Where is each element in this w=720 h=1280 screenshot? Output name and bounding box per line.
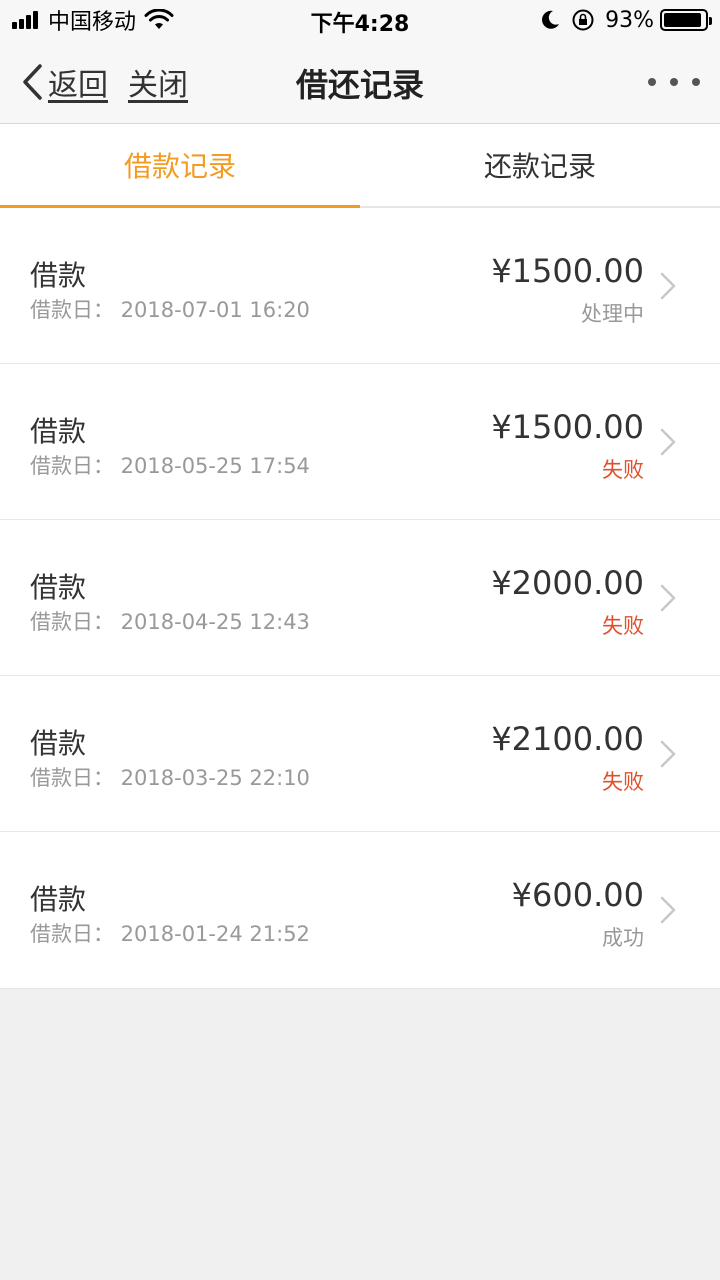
record-status: 失败 xyxy=(602,770,644,794)
record-tabs: 借款记录 还款记录 xyxy=(0,124,720,208)
wifi-icon xyxy=(144,9,174,29)
status-right: 93% xyxy=(539,0,712,40)
chevron-right-icon xyxy=(660,272,676,300)
signal-strength-icon xyxy=(12,11,40,29)
battery-percent: 93% xyxy=(605,7,654,33)
record-title: 借款 xyxy=(30,571,87,604)
record-amount: ¥2000.00 xyxy=(491,564,644,602)
record-amount: ¥1500.00 xyxy=(491,252,644,290)
record-date: 借款日： 2018-01-24 21:52 xyxy=(30,922,310,946)
record-row[interactable]: 借款 借款日： 2018-03-25 22:10 ¥2100.00 失败 xyxy=(0,676,720,832)
tab-borrow-records[interactable]: 借款记录 xyxy=(0,124,360,208)
record-date: 借款日： 2018-04-25 12:43 xyxy=(30,610,310,634)
rotation-lock-icon xyxy=(572,9,594,31)
chevron-right-icon xyxy=(660,584,676,612)
record-title: 借款 xyxy=(30,415,87,448)
status-left: 中国移动 xyxy=(12,0,174,40)
back-label: 返回 xyxy=(48,68,108,103)
record-date: 借款日： 2018-07-01 16:20 xyxy=(30,298,310,322)
chevron-left-icon xyxy=(23,64,42,100)
record-date: 借款日： 2018-05-25 17:54 xyxy=(30,454,310,478)
close-button[interactable]: 关闭 xyxy=(128,60,188,104)
battery-level-fill xyxy=(664,13,702,27)
record-status: 成功 xyxy=(602,926,644,950)
record-date: 借款日： 2018-03-25 22:10 xyxy=(30,766,310,790)
record-title: 借款 xyxy=(30,727,87,760)
chevron-right-icon xyxy=(660,896,676,924)
record-title: 借款 xyxy=(30,883,87,916)
more-options-button[interactable] xyxy=(648,70,700,94)
record-row[interactable]: 借款 借款日： 2018-07-01 16:20 ¥1500.00 处理中 xyxy=(0,208,720,364)
more-dot-icon xyxy=(670,78,678,86)
back-button[interactable]: 返回 xyxy=(20,60,108,104)
borrow-record-list: 借款 借款日： 2018-07-01 16:20 ¥1500.00 处理中 借款… xyxy=(0,208,720,989)
tab-repay-records[interactable]: 还款记录 xyxy=(360,124,720,206)
record-status: 失败 xyxy=(602,614,644,638)
carrier-name: 中国移动 xyxy=(48,10,137,35)
chevron-right-icon xyxy=(660,740,676,768)
more-dot-icon xyxy=(648,78,656,86)
record-amount: ¥1500.00 xyxy=(491,408,644,446)
record-row[interactable]: 借款 借款日： 2018-04-25 12:43 ¥2000.00 失败 xyxy=(0,520,720,676)
record-amount: ¥2100.00 xyxy=(491,720,644,758)
record-status: 处理中 xyxy=(581,302,644,326)
record-row[interactable]: 借款 借款日： 2018-05-25 17:54 ¥1500.00 失败 xyxy=(0,364,720,520)
navigation-bar: 返回 关闭 借还记录 xyxy=(0,40,720,124)
record-amount: ¥600.00 xyxy=(511,876,644,914)
record-row[interactable]: 借款 借款日： 2018-01-24 21:52 ¥600.00 成功 xyxy=(0,832,720,988)
status-bar: 中国移动 下午4:28 93% xyxy=(0,0,720,40)
record-status: 失败 xyxy=(602,458,644,482)
battery-icon xyxy=(660,9,712,31)
close-label: 关闭 xyxy=(128,68,188,103)
record-title: 借款 xyxy=(30,259,87,292)
chevron-right-icon xyxy=(660,428,676,456)
page-title: 借还记录 xyxy=(295,66,424,104)
more-dot-icon xyxy=(692,78,700,86)
do-not-disturb-moon-icon xyxy=(542,10,560,29)
